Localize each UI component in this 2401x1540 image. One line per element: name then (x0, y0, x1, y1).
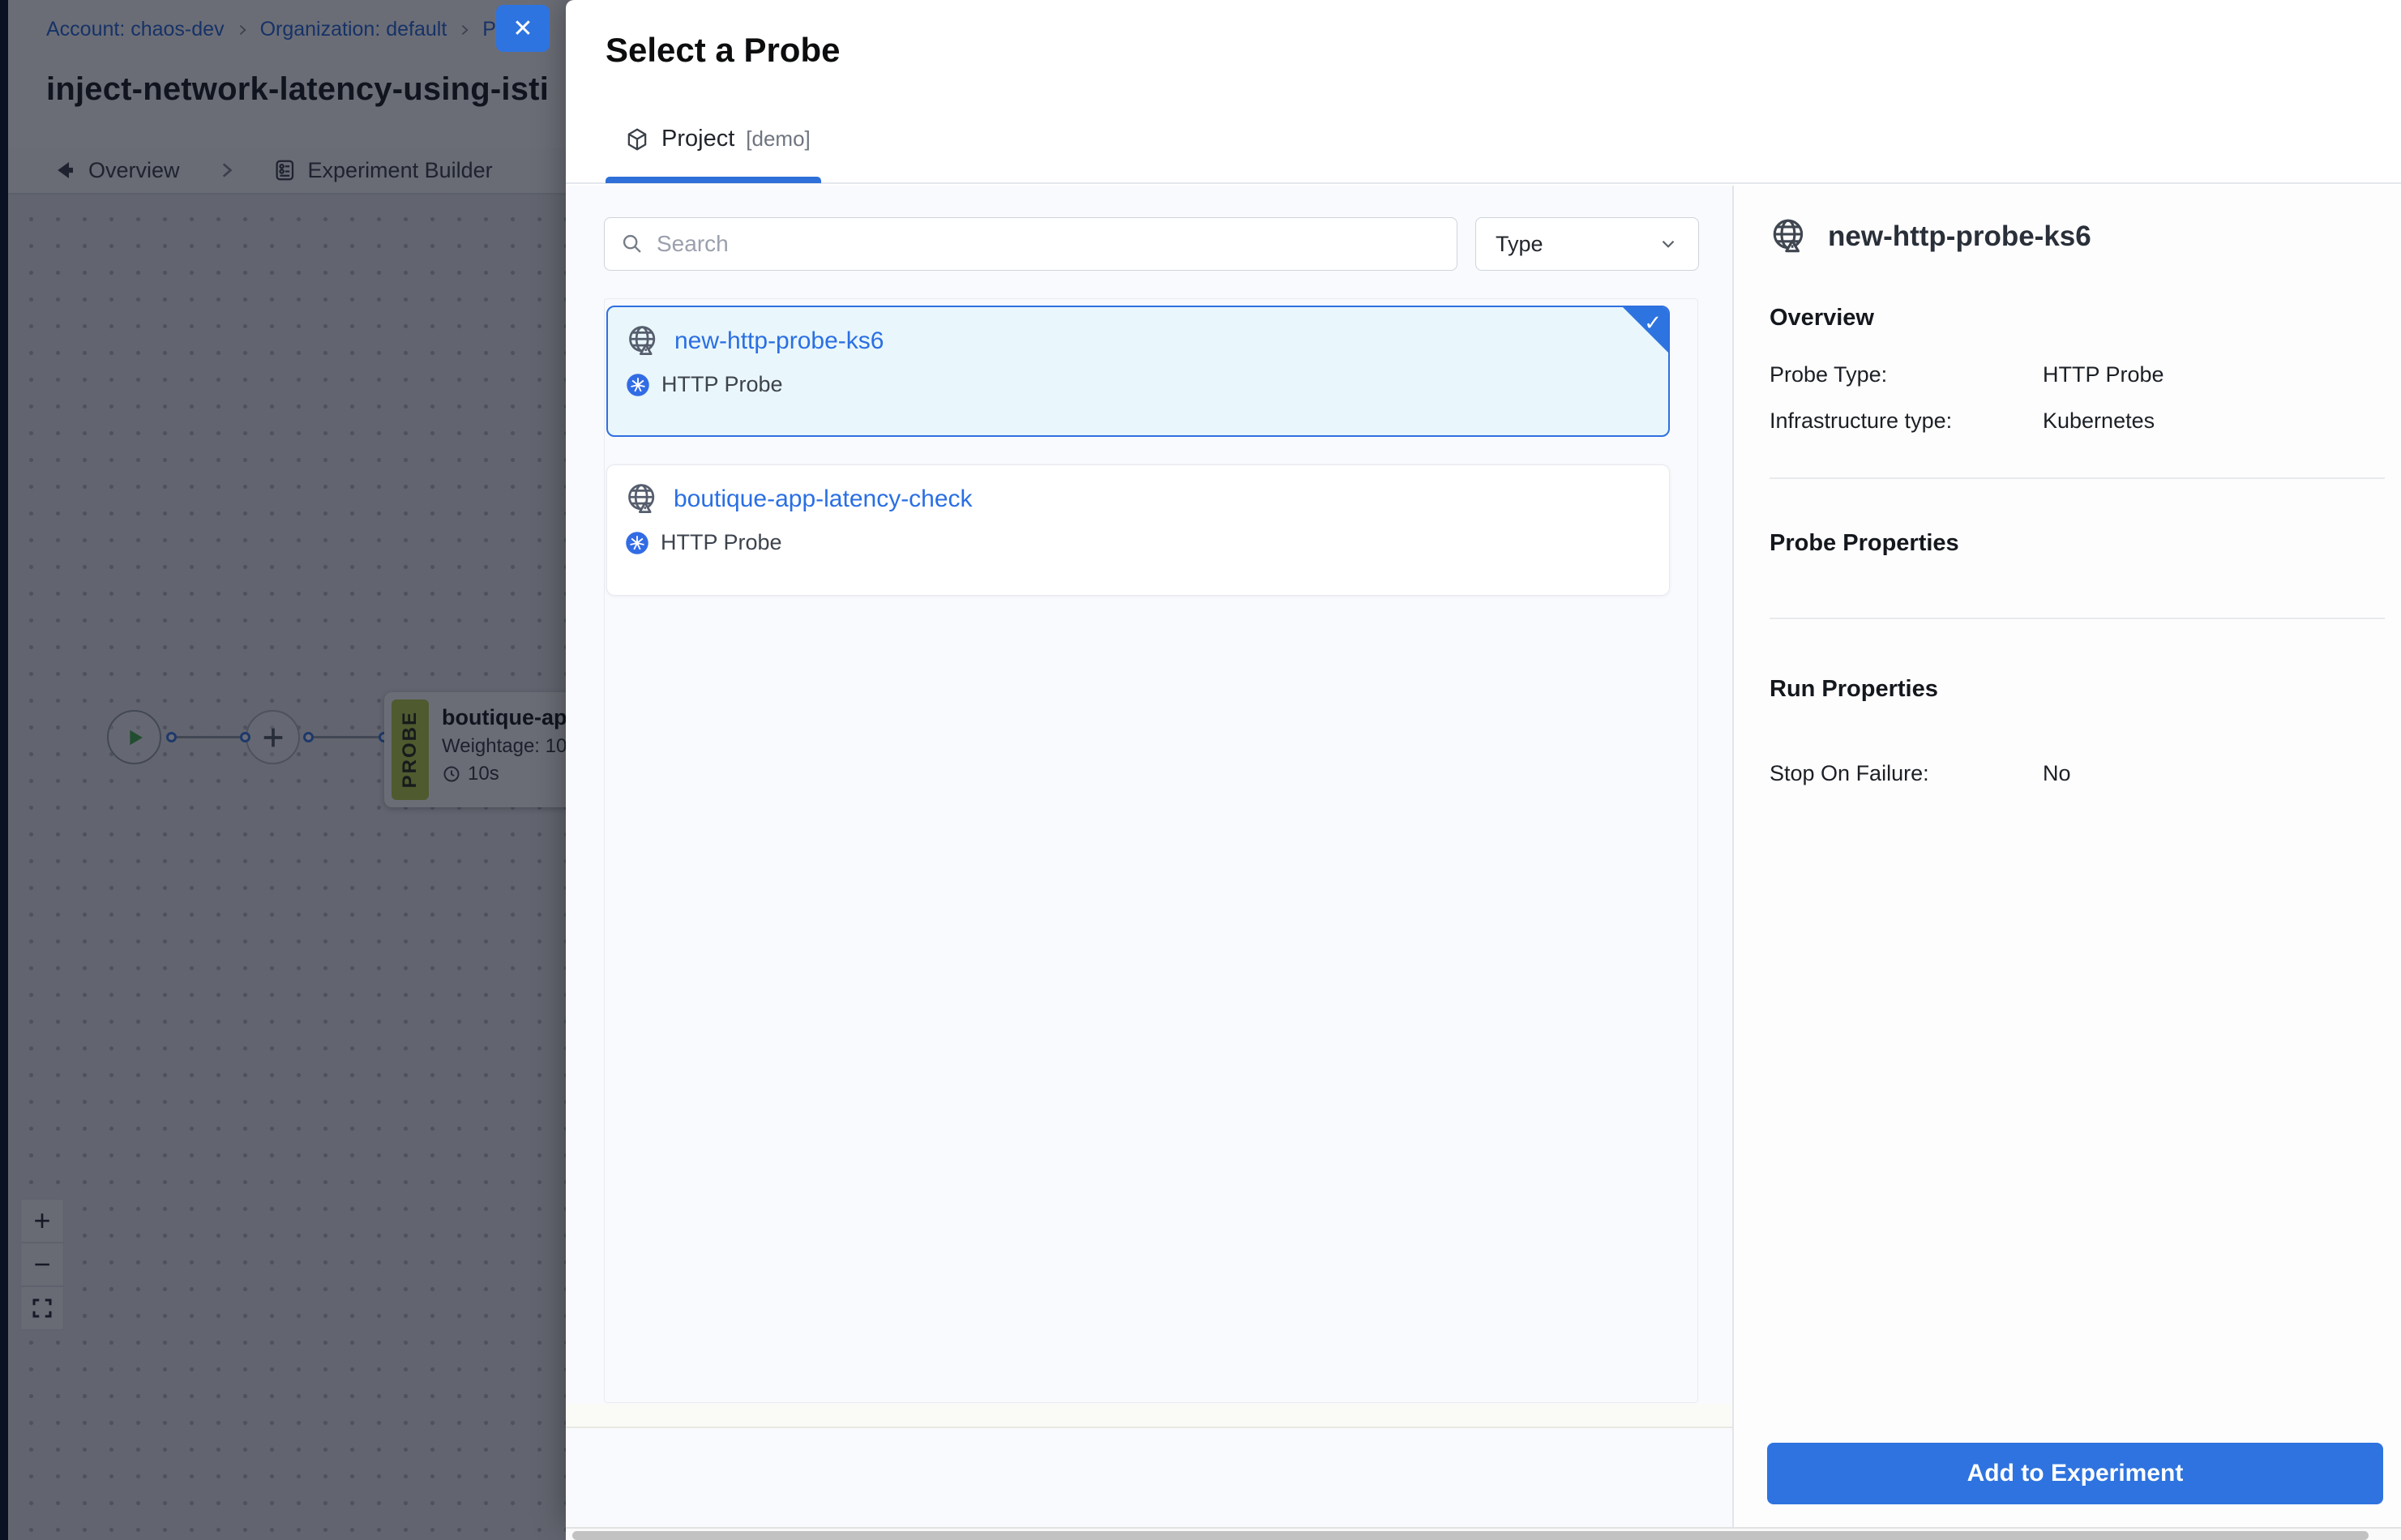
chevron-down-icon (1658, 233, 1679, 255)
type-filter-dropdown[interactable]: Type (1475, 217, 1699, 271)
probe-name-link[interactable]: boutique-app-latency-check (674, 486, 973, 513)
probe-list-panel: Type ✓ new-http-probe-ks6 (566, 186, 1732, 1527)
select-probe-modal: ✕ Select a Probe Project [demo] Type (566, 0, 2401, 1527)
divider (1770, 477, 2385, 479)
row-label: Infrastructure type: (1770, 409, 2043, 434)
add-to-experiment-button[interactable]: Add to Experiment (1767, 1443, 2383, 1504)
close-icon[interactable]: ✕ (496, 5, 550, 52)
tab-project-scope[interactable]: Project [demo] (624, 126, 811, 152)
row-value: Kubernetes (2043, 409, 2155, 434)
http-probe-globe-warning-icon (626, 323, 661, 359)
row-value: No (2043, 761, 2071, 786)
probe-list-item-selected[interactable]: ✓ new-http-probe-ks6 (606, 306, 1670, 437)
row-value: HTTP Probe (2043, 362, 2164, 387)
list-footer-strip (566, 1404, 1732, 1428)
probe-type-label: HTTP Probe (661, 530, 782, 555)
probe-detail-panel: new-http-probe-ks6 Overview Probe Type: … (1732, 186, 2401, 1527)
modal-tabbar: Project [demo] (566, 0, 2401, 184)
app-root: Account: chaos-dev Organization: default… (0, 0, 2401, 1540)
cube-icon (624, 126, 650, 152)
check-icon: ✓ (1644, 310, 1662, 336)
probe-list: ✓ new-http-probe-ks6 (604, 298, 1698, 1403)
probe-type-label: HTTP Probe (661, 372, 783, 397)
probe-list-item[interactable]: boutique-app-latency-check HTTP Probe (606, 464, 1670, 596)
detail-probe-name: new-http-probe-ks6 (1828, 220, 2091, 253)
search-box (604, 217, 1457, 271)
kubernetes-icon (625, 531, 649, 555)
detail-row: Stop On Failure: No (1770, 761, 2361, 786)
horizontal-scrollbar (566, 1527, 2401, 1540)
kubernetes-icon (626, 373, 650, 397)
row-label: Stop On Failure: (1770, 761, 2043, 786)
http-probe-globe-warning-icon (1770, 216, 1810, 257)
detail-row: Infrastructure type: Kubernetes (1770, 409, 2361, 434)
section-run-properties: Run Properties (1770, 676, 1938, 703)
http-probe-globe-warning-icon (625, 481, 661, 517)
active-tab-indicator (606, 177, 821, 183)
search-icon (621, 233, 644, 255)
section-probe-properties: Probe Properties (1770, 530, 1959, 557)
probe-name-link[interactable]: new-http-probe-ks6 (674, 327, 884, 355)
section-overview: Overview (1770, 305, 1874, 332)
divider (1770, 618, 2385, 619)
detail-row: Probe Type: HTTP Probe (1770, 362, 2361, 387)
row-label: Probe Type: (1770, 362, 2043, 387)
scrollbar-thumb[interactable] (572, 1531, 2369, 1540)
search-input[interactable] (657, 231, 1440, 257)
